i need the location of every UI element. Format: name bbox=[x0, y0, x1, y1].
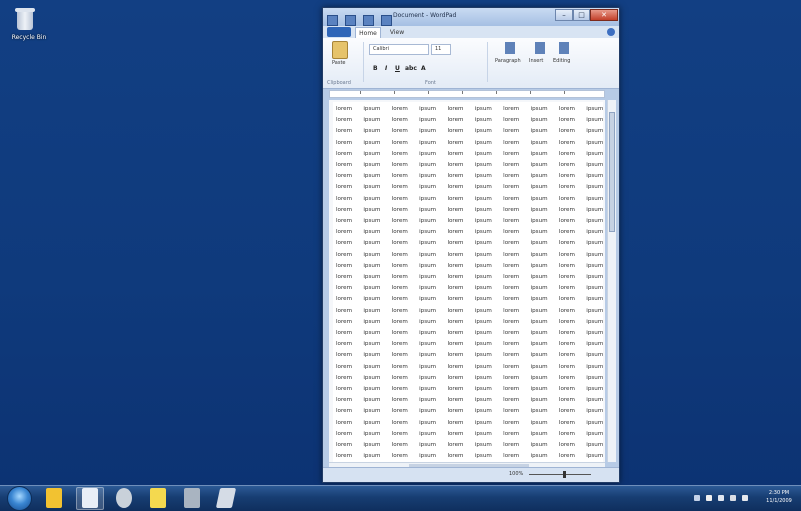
font-group-label: Font bbox=[425, 80, 436, 86]
snipping-icon[interactable] bbox=[184, 488, 200, 508]
group-divider bbox=[363, 42, 364, 82]
clock-time: 2:30 PM bbox=[768, 490, 790, 496]
clock-date: 11/1/2009 bbox=[766, 498, 792, 504]
font-family-value: Calibri bbox=[373, 46, 389, 52]
wordpad-icon[interactable] bbox=[82, 488, 98, 508]
monitor-icon[interactable] bbox=[730, 495, 736, 501]
insert-label[interactable]: Insert bbox=[529, 58, 543, 64]
paint-icon[interactable] bbox=[116, 488, 132, 508]
start-button[interactable] bbox=[7, 486, 32, 511]
document-area[interactable]: lorem ipsum lorem ipsum lorem ipsum lore… bbox=[329, 100, 605, 462]
help-icon[interactable] bbox=[607, 28, 615, 36]
text-color-button[interactable]: A bbox=[421, 65, 426, 72]
document-page[interactable]: lorem ipsum lorem ipsum lorem ipsum lore… bbox=[333, 102, 603, 462]
editing-label[interactable]: Editing bbox=[553, 58, 570, 64]
ribbon: Paste Clipboard Calibri 11 B I U abc A F… bbox=[323, 38, 619, 89]
vertical-scrollbar[interactable] bbox=[607, 100, 616, 462]
zoom-level: 100% bbox=[509, 471, 524, 477]
redo-icon[interactable] bbox=[381, 15, 393, 26]
bold-button[interactable]: B bbox=[373, 65, 378, 72]
document-text[interactable]: lorem ipsum lorem ipsum lorem ipsum lore… bbox=[336, 104, 603, 462]
close-button[interactable]: ✕ bbox=[590, 9, 618, 21]
flag-icon[interactable] bbox=[706, 495, 712, 501]
font-size-select[interactable]: 11 bbox=[431, 44, 451, 55]
network-icon[interactable] bbox=[718, 495, 724, 501]
minimize-button[interactable]: – bbox=[555, 9, 573, 21]
sticky-notes-icon[interactable] bbox=[150, 488, 166, 508]
status-bar: 100% bbox=[323, 467, 619, 482]
ruler[interactable] bbox=[329, 90, 605, 98]
italic-button[interactable]: I bbox=[385, 65, 387, 72]
zoom-slider[interactable] bbox=[529, 471, 591, 478]
desktop: Recycle Bin Document - WordPad – □ ✕ Hom… bbox=[0, 0, 801, 510]
clock[interactable]: 2:30 PM 11/1/2009 bbox=[762, 489, 796, 505]
recycle-bin-label: Recycle Bin bbox=[11, 34, 47, 41]
file-menu-button[interactable] bbox=[327, 27, 351, 37]
editing-icon[interactable] bbox=[559, 42, 569, 54]
font-size-value: 11 bbox=[435, 46, 442, 52]
underline-button[interactable]: U bbox=[395, 65, 400, 72]
group-divider bbox=[487, 42, 488, 82]
tab-view[interactable]: View bbox=[385, 27, 409, 38]
paste-icon[interactable] bbox=[332, 41, 348, 59]
volume-icon[interactable] bbox=[742, 495, 748, 501]
paste-label[interactable]: Paste bbox=[332, 60, 346, 66]
taskbar: 2:30 PM 11/1/2009 bbox=[0, 485, 801, 511]
wordpad-window[interactable]: Document - WordPad – □ ✕ Home View Paste… bbox=[322, 7, 620, 483]
zoom-slider-thumb[interactable] bbox=[563, 471, 566, 478]
paragraph-icon[interactable] bbox=[505, 42, 515, 54]
tab-home[interactable]: Home bbox=[355, 27, 381, 38]
quick-access-toolbar bbox=[327, 11, 394, 26]
paragraph-label[interactable]: Paragraph bbox=[495, 58, 521, 64]
insert-icon[interactable] bbox=[535, 42, 545, 54]
ribbon-tab-row: Home View bbox=[323, 26, 619, 38]
save-icon[interactable] bbox=[345, 15, 357, 26]
window-title: Document - WordPad bbox=[393, 12, 457, 19]
clipboard-group-label: Clipboard bbox=[327, 80, 351, 86]
undo-icon[interactable] bbox=[363, 15, 375, 26]
vertical-scroll-thumb[interactable] bbox=[609, 112, 615, 232]
font-family-select[interactable]: Calibri bbox=[369, 44, 429, 55]
wordpad-app-icon[interactable] bbox=[327, 15, 338, 26]
maximize-button[interactable]: □ bbox=[573, 9, 590, 21]
explorer-icon[interactable] bbox=[46, 488, 62, 508]
show-hidden-icons-icon[interactable] bbox=[694, 495, 700, 501]
notepad-icon[interactable] bbox=[215, 488, 237, 508]
strikethrough-button[interactable]: abc bbox=[405, 65, 417, 72]
recycle-bin-icon bbox=[15, 8, 35, 30]
title-bar[interactable]: Document - WordPad – □ ✕ bbox=[323, 8, 619, 26]
